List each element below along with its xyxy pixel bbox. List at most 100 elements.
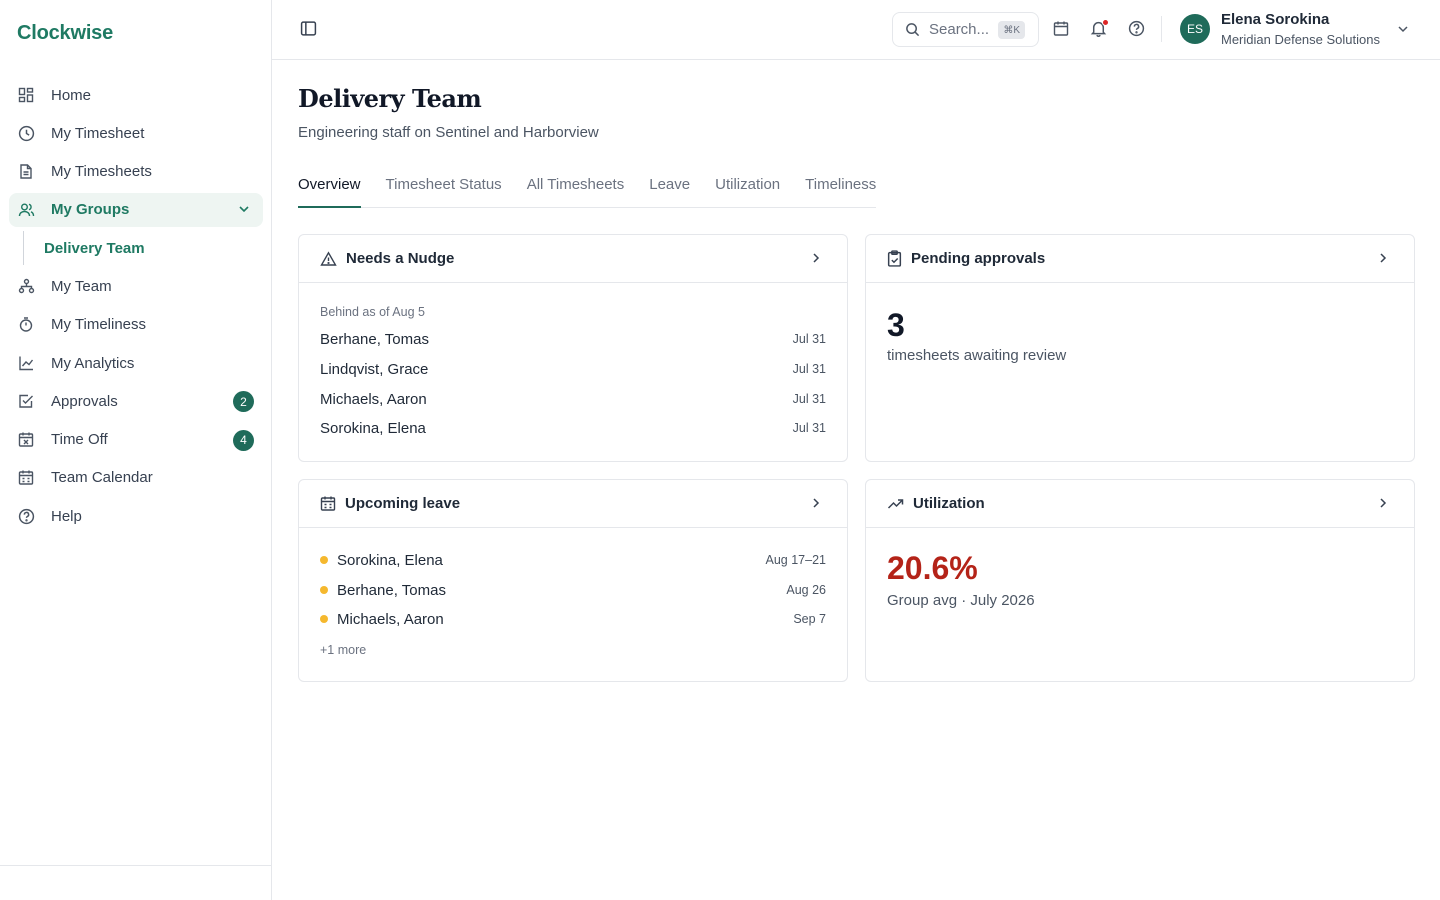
card-title: Upcoming leave	[345, 495, 461, 512]
search-placeholder: Search...	[929, 21, 990, 38]
leave-date: Aug 17–21	[765, 553, 826, 567]
sidebar-item-label: My Timeliness	[51, 316, 147, 334]
help-circle-icon	[17, 507, 35, 525]
pending-count: 3	[887, 307, 905, 343]
sidebar-item-label: Home	[51, 86, 92, 104]
sidebar-item-label: My Timesheet	[51, 124, 145, 142]
list-item[interactable]: Berhane, Tomas Aug 26	[320, 580, 826, 600]
sidebar-item-label: My Groups	[51, 201, 130, 219]
sidebar-item-team-calendar[interactable]: Team Calendar	[9, 461, 263, 495]
leave-date: Aug 26	[786, 583, 826, 597]
card-header[interactable]: Upcoming leave	[299, 480, 847, 528]
card-title: Utilization	[913, 495, 985, 512]
chevron-right-icon[interactable]	[1376, 251, 1390, 265]
list-item[interactable]: Michaels, Aaron Jul 31	[320, 389, 826, 409]
help-circle-icon[interactable]	[1128, 20, 1145, 37]
list-item[interactable]: Sorokina, Elena Jul 31	[320, 418, 826, 438]
utilization-label: Group avg · July 2026	[887, 592, 1035, 609]
sidebar-item-help[interactable]: Help	[9, 499, 263, 533]
clock-icon	[17, 124, 35, 142]
person-name: Michaels, Aaron	[337, 610, 444, 628]
sidebar-item-approvals[interactable]: Approvals 2	[9, 384, 263, 418]
tab-overview[interactable]: Overview	[298, 170, 361, 208]
sidebar-subitem-label: Delivery Team	[44, 239, 145, 257]
sidebar-subitem-delivery-team[interactable]: Delivery Team	[23, 231, 263, 266]
person-name: Berhane, Tomas	[320, 330, 429, 348]
due-date: Jul 31	[792, 392, 826, 406]
sidebar-item-label: My Team	[51, 277, 112, 295]
document-icon	[17, 163, 35, 181]
approvals-count-badge: 2	[233, 391, 254, 413]
tab-bar: Overview Timesheet Status All Timesheets…	[298, 170, 877, 208]
card-title: Needs a Nudge	[346, 250, 455, 267]
search-shortcut-hint: ⌘K	[998, 21, 1025, 39]
more-link[interactable]: +1 more	[320, 643, 366, 657]
list-caption: Behind as of Aug 5	[320, 305, 425, 319]
leave-status-dot	[320, 556, 328, 564]
avatar[interactable]: ES	[1180, 14, 1210, 44]
tab-utilization[interactable]: Utilization	[715, 170, 780, 207]
pending-approvals-card: Pending approvals 3 timesheets awaiting …	[865, 234, 1415, 462]
user-organization: Meridian Defense Solutions	[1221, 32, 1380, 47]
sidebar-nav: Home My Timesheet My Timesheets My Group…	[9, 78, 263, 538]
needs-nudge-card: Needs a Nudge Behind as of Aug 5 Berhane…	[298, 234, 848, 462]
person-name: Sorokina, Elena	[337, 551, 443, 569]
list-item[interactable]: Lindqvist, Grace Jul 31	[320, 359, 826, 379]
sidebar-item-my-analytics[interactable]: My Analytics	[9, 346, 263, 380]
card-header[interactable]: Utilization	[866, 480, 1414, 528]
sidebar-item-label: Time Off	[51, 431, 108, 449]
topbar-divider	[1161, 16, 1162, 42]
grid-icon	[17, 86, 35, 104]
chevron-right-icon[interactable]	[809, 496, 823, 510]
sidebar: Clockwise Home My Timesheet My Timesheet…	[0, 0, 272, 900]
user-name[interactable]: Elena Sorokina	[1221, 11, 1329, 28]
due-date: Jul 31	[792, 332, 826, 346]
sidebar-item-my-timesheets[interactable]: My Timesheets	[9, 155, 263, 189]
list-item[interactable]: Michaels, Aaron Sep 7	[320, 609, 826, 629]
tab-timesheet-status[interactable]: Timesheet Status	[386, 170, 502, 207]
page-subtitle: Engineering staff on Sentinel and Harbor…	[298, 124, 599, 141]
person-name: Lindqvist, Grace	[320, 360, 429, 378]
list-item[interactable]: Berhane, Tomas Jul 31	[320, 329, 826, 349]
chevron-right-icon[interactable]	[1376, 496, 1390, 510]
tab-timeliness[interactable]: Timeliness	[805, 170, 876, 207]
card-header[interactable]: Pending approvals	[866, 235, 1414, 283]
sidebar-item-home[interactable]: Home	[9, 78, 263, 112]
upcoming-leave-card: Upcoming leave Sorokina, Elena Aug 17–21…	[298, 479, 848, 682]
sidebar-item-label: Help	[51, 507, 82, 525]
notification-dot	[1102, 19, 1109, 26]
calendar-icon[interactable]	[1053, 20, 1069, 37]
chevron-right-icon[interactable]	[809, 251, 823, 265]
sidebar-item-my-timesheet[interactable]: My Timesheet	[9, 116, 263, 150]
warning-triangle-icon	[320, 250, 337, 267]
leave-date: Sep 7	[793, 612, 826, 626]
calendar-icon	[320, 495, 336, 512]
sidebar-item-label: Approvals	[51, 392, 118, 410]
tab-all-timesheets[interactable]: All Timesheets	[527, 170, 625, 207]
sidebar-item-label: My Timesheets	[51, 163, 152, 181]
tab-leave[interactable]: Leave	[649, 170, 690, 207]
card-header[interactable]: Needs a Nudge	[299, 235, 847, 283]
org-chart-icon	[17, 277, 35, 295]
list-item[interactable]: Sorokina, Elena Aug 17–21	[320, 550, 826, 570]
calendar-icon	[17, 469, 35, 487]
chevron-down-icon[interactable]	[237, 202, 251, 216]
sidebar-toggle-icon[interactable]	[300, 20, 317, 37]
page-title: Delivery Team	[298, 84, 482, 113]
app-logo[interactable]: Clockwise	[17, 22, 113, 45]
utilization-value: 20.6%	[887, 550, 978, 586]
users-icon	[17, 201, 35, 219]
pending-label: timesheets awaiting review	[887, 347, 1067, 364]
person-name: Michaels, Aaron	[320, 390, 427, 408]
sidebar-item-my-team[interactable]: My Team	[9, 269, 263, 303]
sidebar-item-time-off[interactable]: Time Off 4	[9, 423, 263, 457]
leave-status-dot	[320, 586, 328, 594]
sidebar-item-my-groups[interactable]: My Groups	[9, 192, 263, 227]
sidebar-item-label: Team Calendar	[51, 469, 153, 487]
card-title: Pending approvals	[911, 250, 1046, 267]
sidebar-item-my-timeliness[interactable]: My Timeliness	[9, 308, 263, 342]
search-input[interactable]: Search... ⌘K	[892, 12, 1039, 47]
person-name: Sorokina, Elena	[320, 419, 426, 437]
bell-icon[interactable]	[1090, 19, 1109, 37]
chevron-down-icon[interactable]	[1396, 22, 1410, 36]
